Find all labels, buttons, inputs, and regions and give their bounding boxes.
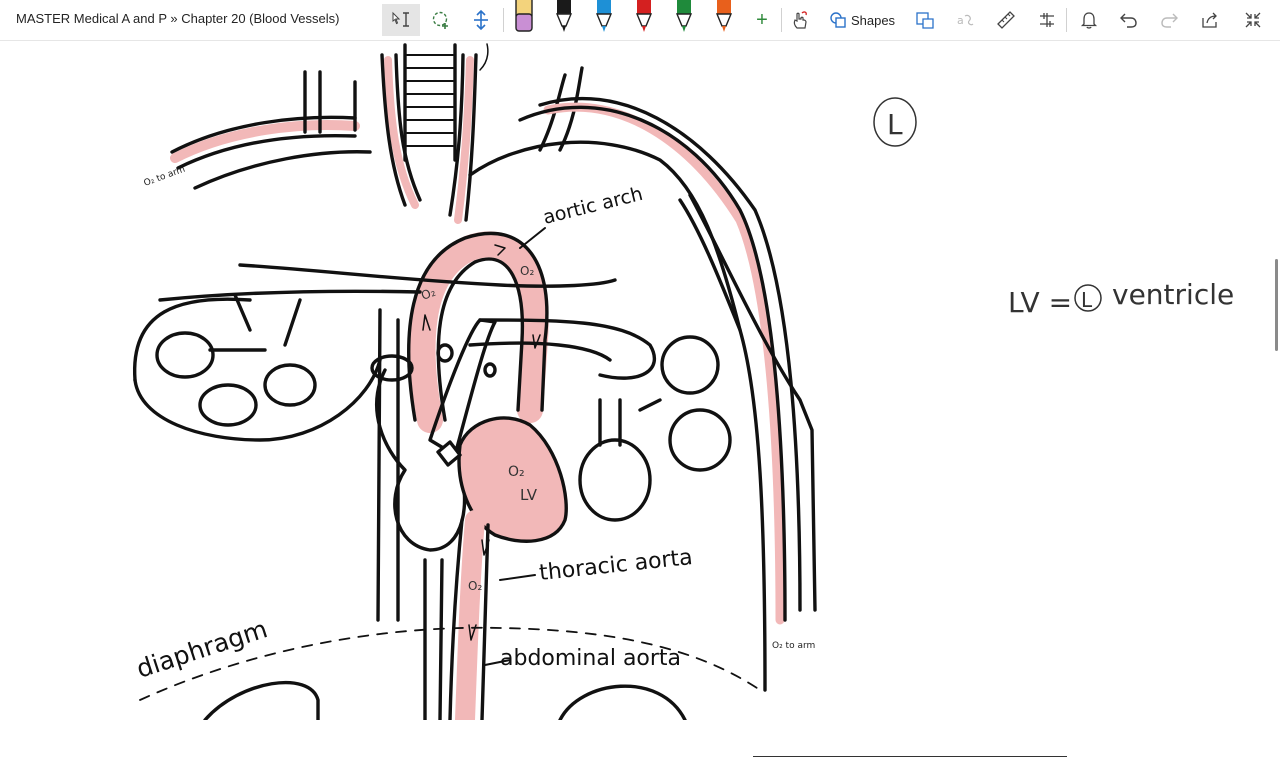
circulation-drawing: L LV = L ventricle O₂ to arm O₂ to arm a… <box>133 43 1234 730</box>
pen-orange[interactable] <box>713 0 735 34</box>
eraser-tool[interactable] <box>513 0 535 34</box>
lv-note-letter: L <box>1081 288 1093 312</box>
label-thoracic-aorta: thoracic aorta <box>538 545 694 586</box>
adjust-button[interactable] <box>1034 4 1060 36</box>
trachea <box>403 43 457 162</box>
share-icon <box>1200 10 1220 30</box>
pen-blue[interactable] <box>593 0 615 34</box>
pen-icon <box>553 0 575 38</box>
pen-icon <box>593 0 615 38</box>
text-cursor-icon <box>390 9 412 31</box>
ruler-icon <box>996 10 1016 30</box>
touch-draw-button[interactable] <box>787 4 813 36</box>
toolbar-divider <box>503 8 504 32</box>
bell-icon <box>1079 10 1099 30</box>
label-lv-heart: LV <box>520 486 538 504</box>
exit-full-screen-button[interactable] <box>1240 4 1266 36</box>
vertical-scrollbar[interactable] <box>1275 259 1278 351</box>
breadcrumb[interactable]: MASTER Medical A and P » Chapter 20 (Blo… <box>16 11 339 26</box>
ink-to-shape-button[interactable] <box>912 4 938 36</box>
pen-red[interactable] <box>633 0 655 34</box>
ink-to-text-button[interactable]: a <box>952 4 978 36</box>
label-abdominal-aorta: abdominal aorta <box>500 646 681 671</box>
right-arm-artery <box>543 102 785 625</box>
ink-to-text-icon: a <box>955 10 975 30</box>
eraser-icon <box>513 0 535 38</box>
add-space-icon <box>470 9 492 31</box>
pen-icon <box>673 0 695 38</box>
toolbar-divider <box>781 8 782 32</box>
redo-button[interactable] <box>1156 4 1182 36</box>
label-o2-thoracic: O₂ <box>468 579 482 593</box>
lasso-select-tool[interactable] <box>426 4 456 36</box>
svg-text:a: a <box>957 14 964 27</box>
circle-l-letter: L <box>887 108 903 141</box>
descending-aorta <box>455 510 485 730</box>
lv-note-word: ventricle <box>1112 278 1234 311</box>
label-o2-heart: O₂ <box>508 464 525 480</box>
label-diaphragm: diaphragm <box>133 614 271 684</box>
undo-icon <box>1119 10 1139 30</box>
toolbar-divider <box>1066 8 1067 32</box>
lv-note-prefix: LV = <box>1008 286 1072 319</box>
label-o2-arm-left: O₂ to arm <box>143 165 187 189</box>
shapes-label: Shapes <box>850 12 896 28</box>
label-o2-arch: O₂ <box>520 264 534 278</box>
sliders-icon <box>1037 10 1057 30</box>
label-aortic-arch: aortic arch <box>541 183 645 229</box>
ruler-button[interactable] <box>993 4 1019 36</box>
redo-icon <box>1159 10 1179 30</box>
insert-space-tool[interactable] <box>466 4 496 36</box>
plus-icon: + <box>756 9 768 31</box>
collapse-icon <box>1243 10 1263 30</box>
toolbar: MASTER Medical A and P » Chapter 20 (Blo… <box>0 0 1280 41</box>
pen-icon <box>633 0 655 38</box>
lasso-icon <box>430 9 452 31</box>
pen-green[interactable] <box>673 0 695 34</box>
hand-draw-icon <box>790 10 810 30</box>
select-text-tool[interactable] <box>382 4 420 36</box>
shapes-icon <box>829 11 847 29</box>
share-button[interactable] <box>1197 4 1223 36</box>
pen-black[interactable] <box>553 0 575 34</box>
shapes-button[interactable]: Shapes <box>828 4 896 36</box>
label-o2-arm-right: O₂ to arm <box>772 641 815 651</box>
undo-button[interactable] <box>1116 4 1142 36</box>
ink-to-shape-icon <box>915 10 935 30</box>
pen-icon <box>713 0 735 38</box>
notifications-button[interactable] <box>1076 4 1102 36</box>
add-pen-button[interactable]: + <box>750 4 774 36</box>
note-canvas[interactable]: L LV = L ventricle O₂ to arm O₂ to arm a… <box>0 41 1280 757</box>
